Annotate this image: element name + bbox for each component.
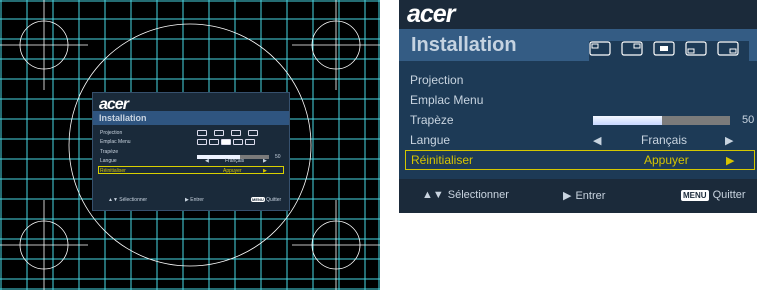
enter-arrow-icon: ▶ <box>563 190 572 202</box>
osd-footer: ▲▼ Sélectionner ▶ Entrer MENU Quitter <box>399 181 757 213</box>
menu-position-center-icon[interactable] <box>653 41 675 56</box>
reset-value: Appuyer <box>644 153 689 167</box>
mini-projection-icon-2 <box>214 130 224 136</box>
language-value: Français <box>641 133 688 147</box>
mini-row-emplac-menu: Emplac Menu <box>100 139 131 145</box>
mini-menu-pos-icon-3 <box>221 139 231 145</box>
acer-logo: acer <box>407 0 455 28</box>
mini-row-trapeze: Trapèze <box>100 149 119 155</box>
osd-menu-list: Projection Emplac Menu Trapèze 50 Langue… <box>399 41 757 179</box>
mini-right-arrow-icon: ▶ <box>263 158 267 164</box>
mini-trapeze-value: 50 <box>275 154 281 160</box>
menu-position-top-right-icon[interactable] <box>621 41 643 56</box>
mini-osd-menu: acer Installation Projection Emplac Menu… <box>92 92 290 211</box>
mini-footer-enter: ▶ Entrer <box>185 197 204 203</box>
mini-menu-pos-icon-2 <box>209 139 219 145</box>
mini-projection-icon-4 <box>248 130 258 136</box>
footer-enter-text: Entrer <box>575 189 606 202</box>
mini-row-reinitialiser: Réinitialiser <box>100 168 126 174</box>
menu-item-emplac-menu[interactable]: Emplac Menu <box>405 41 755 159</box>
mini-footer-quit: MENU Quitter <box>251 197 281 203</box>
mini-enter-arrow-icon: ▶ <box>185 197 189 203</box>
page-title: Installation <box>411 33 517 56</box>
mini-footer-select: ▲▼ Sélectionner <box>108 197 147 203</box>
mini-reset-arrow-icon: ▶ <box>263 168 267 174</box>
mini-menu-key-icon: MENU <box>251 197 265 202</box>
menu-item-trapeze[interactable]: Trapèze 50 <box>405 110 755 130</box>
menu-item-label: Projection <box>410 73 464 87</box>
trapeze-value: 50 <box>742 114 755 126</box>
menu-position-bottom-right-icon[interactable] <box>717 41 739 56</box>
osd-header: acer <box>399 0 757 29</box>
mini-projection-icon-1 <box>197 130 207 136</box>
menu-position-bottom-left-icon[interactable] <box>685 41 707 56</box>
language-left-arrow-icon[interactable]: ◀ <box>593 134 601 147</box>
menu-item-label: Emplac Menu <box>410 93 484 107</box>
up-down-arrows-icon: ▲▼ <box>422 189 444 201</box>
mini-language-value: Français <box>225 158 245 164</box>
footer-quit-text: Quitter <box>712 189 746 201</box>
menu-key-icon: MENU <box>681 189 709 201</box>
footer-quit: MENU Quitter <box>681 189 746 201</box>
projection-preview: acer Installation Projection Emplac Menu… <box>0 0 380 290</box>
mini-quit-text: Quitter <box>266 197 282 203</box>
mini-menu-pos-icon-4 <box>233 139 243 145</box>
language-right-arrow-icon[interactable]: ▶ <box>725 134 733 147</box>
mini-left-arrow-icon: ◀ <box>205 158 209 164</box>
mini-menu-pos-icon-1 <box>197 139 207 145</box>
mini-menu-title: Installation <box>93 111 289 125</box>
mini-menu-pos-icon-5 <box>245 139 255 145</box>
osd-menu-panel: acer Installation Projection Emplac Menu… <box>399 0 757 213</box>
footer-enter: ▶ Entrer <box>563 189 606 203</box>
mini-row-langue: Langue <box>100 158 117 164</box>
trapeze-slider[interactable] <box>593 116 730 125</box>
footer-select-text: Sélectionner <box>447 189 509 201</box>
footer-select: ▲▼ Sélectionner <box>422 189 509 201</box>
menu-position-top-left-icon[interactable] <box>589 41 611 56</box>
reset-arrow-icon[interactable]: ▶ <box>726 154 734 167</box>
menu-item-label: Trapèze <box>410 113 454 127</box>
mini-enter-text: Entrer <box>190 197 204 203</box>
menu-item-label: Langue <box>410 133 451 147</box>
mini-select-text: Sélectionner <box>119 197 148 203</box>
menu-item-reinitialiser[interactable]: Réinitialiser Appuyer ▶ <box>405 150 755 170</box>
trapeze-slider-fill <box>593 116 662 125</box>
menu-item-langue[interactable]: Langue ◀ Français ▶ <box>405 130 755 150</box>
mini-projection-icon-3 <box>231 130 241 136</box>
mini-row-projection: Projection <box>100 130 123 136</box>
mini-reset-value: Appuyer <box>223 168 242 174</box>
mini-updown-arrows-icon: ▲▼ <box>108 197 118 203</box>
menu-item-label: Réinitialiser <box>411 153 474 167</box>
